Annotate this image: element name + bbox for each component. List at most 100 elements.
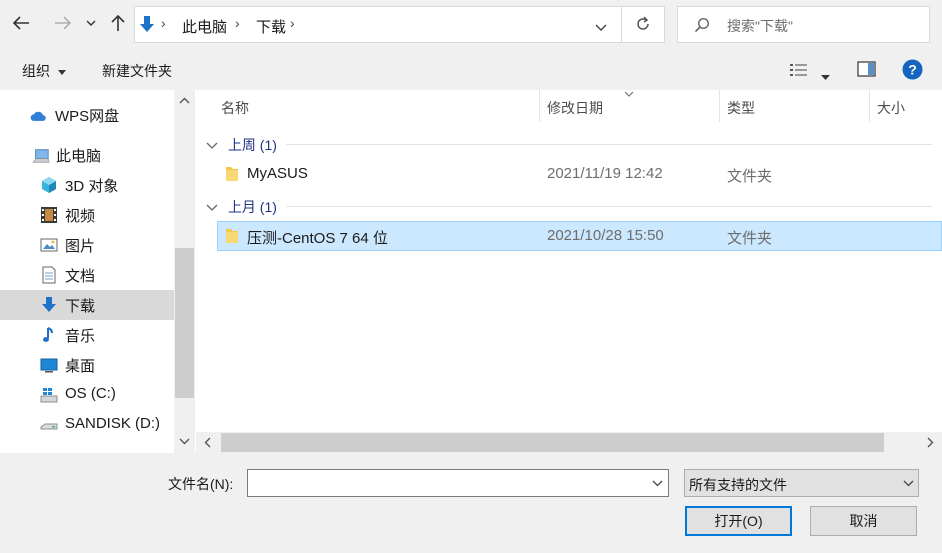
arrow-right-icon xyxy=(55,16,72,30)
address-divider xyxy=(621,7,622,42)
sidebar-item-label: 图片 xyxy=(65,238,96,255)
chevron-left-icon[interactable] xyxy=(204,437,211,448)
sidebar-item-desktop[interactable]: 桌面 xyxy=(0,350,174,380)
navigation-pane-scrollbar[interactable] xyxy=(174,90,195,453)
sidebar-item-videos[interactable]: 视频 xyxy=(0,200,174,230)
sidebar-item-downloads[interactable]: 下载 xyxy=(0,290,174,320)
column-divider[interactable] xyxy=(719,90,720,122)
sidebar-item-label: 3D 对象 xyxy=(65,178,119,195)
breadcrumb-separator[interactable]: › xyxy=(290,15,295,31)
sidebar-item-label: 下载 xyxy=(65,298,96,315)
chevron-down-icon[interactable] xyxy=(652,480,663,487)
computer-icon xyxy=(32,149,50,163)
filename-input[interactable] xyxy=(248,470,643,496)
filename-combobox[interactable] xyxy=(247,469,669,497)
chevron-down-icon xyxy=(86,20,96,26)
column-header-name[interactable]: 名称 xyxy=(221,98,249,118)
chevron-down-icon xyxy=(206,142,218,150)
folder-icon xyxy=(226,167,238,181)
breadcrumb-downloads[interactable]: 下载 xyxy=(256,16,286,37)
breadcrumb-this-pc[interactable]: 此电脑 xyxy=(182,16,227,37)
file-row-centos[interactable]: 压测-CentOS 7 64 位 2021/10/28 15:50 文件夹 xyxy=(217,221,942,251)
download-arrow-icon xyxy=(42,297,56,312)
sidebar-item-label: 视频 xyxy=(65,208,96,225)
scrollbar-thumb[interactable] xyxy=(175,248,194,398)
file-list: 名称 修改日期 类型 大小 上周 (1) MyASUS 2021/11/19 1… xyxy=(196,90,942,453)
group-header-last-month[interactable]: 上月 (1) xyxy=(206,197,277,217)
music-note-icon xyxy=(43,327,53,342)
filetype-value: 所有支持的文件 xyxy=(689,477,787,493)
arrow-left-icon xyxy=(12,16,29,30)
view-dropdown-button[interactable] xyxy=(821,67,830,83)
chevron-down-icon xyxy=(903,480,914,487)
sidebar-item-label: 音乐 xyxy=(65,328,96,345)
navigation-pane: WPS网盘 此电脑 3D 对象 视频 图片 文档 下载 音乐 桌面 OS (C:… xyxy=(0,90,196,453)
cancel-button[interactable]: 取消 xyxy=(810,506,917,536)
chevron-up-icon[interactable] xyxy=(179,97,190,104)
address-dropdown-button[interactable] xyxy=(595,19,607,35)
sidebar-item-label: 桌面 xyxy=(65,358,96,375)
sidebar-item-music[interactable]: 音乐 xyxy=(0,320,174,350)
preview-pane-button[interactable] xyxy=(857,61,876,80)
sidebar-item-pictures[interactable]: 图片 xyxy=(0,230,174,260)
command-toolbar: 组织 新建文件夹 ? xyxy=(0,50,942,90)
organize-label: 组织 xyxy=(22,63,50,79)
svg-text:?: ? xyxy=(908,62,917,78)
up-button[interactable] xyxy=(105,10,131,36)
column-header-modified[interactable]: 修改日期 xyxy=(547,98,603,118)
search-icon xyxy=(694,17,710,33)
address-bar[interactable]: › 此电脑 › 下载 › xyxy=(134,6,665,43)
folder-icon xyxy=(226,229,238,243)
view-options-button[interactable] xyxy=(789,62,809,81)
sidebar-item-wps-cloud[interactable]: WPS网盘 xyxy=(0,100,174,130)
group-header-last-week[interactable]: 上周 (1) xyxy=(206,135,277,155)
film-icon xyxy=(41,207,57,223)
sidebar-item-label: SANDISK (D:) xyxy=(65,415,161,432)
breadcrumb-separator[interactable]: › xyxy=(235,15,240,31)
help-button[interactable]: ? xyxy=(902,59,923,83)
chevron-down-icon xyxy=(206,204,218,212)
recent-locations-button[interactable] xyxy=(80,10,102,36)
organize-menu[interactable]: 组织 xyxy=(22,61,66,81)
open-button[interactable]: 打开(O) xyxy=(685,506,792,536)
sidebar-item-label: OS (C:) xyxy=(65,385,116,402)
file-name: MyASUS xyxy=(247,165,308,182)
sidebar-item-this-pc[interactable]: 此电脑 xyxy=(0,140,174,170)
chevron-down-icon[interactable] xyxy=(179,438,190,445)
back-button[interactable] xyxy=(8,10,34,36)
file-type: 文件夹 xyxy=(727,230,773,247)
usb-drive-icon xyxy=(40,423,58,430)
scrollbar-thumb[interactable] xyxy=(221,433,884,452)
download-arrow-icon xyxy=(140,16,154,32)
breadcrumb-separator[interactable]: › xyxy=(161,15,166,31)
sidebar-item-3d-objects[interactable]: 3D 对象 xyxy=(0,170,174,200)
chevron-down-icon xyxy=(595,24,607,31)
refresh-icon xyxy=(637,16,649,30)
preview-pane-icon xyxy=(857,61,876,77)
search-box[interactable]: 搜索"下载" xyxy=(677,6,930,43)
sidebar-item-os-c[interactable]: OS (C:) xyxy=(0,380,174,410)
file-name: 压测-CentOS 7 64 位 xyxy=(247,230,388,247)
group-divider xyxy=(286,206,932,207)
file-list-horizontal-scrollbar[interactable] xyxy=(196,432,942,453)
column-header-size[interactable]: 大小 xyxy=(877,98,905,118)
sidebar-item-sandisk-d[interactable]: SANDISK (D:) xyxy=(0,410,174,440)
file-row-myasus[interactable]: MyASUS 2021/11/19 12:42 文件夹 xyxy=(217,159,942,189)
column-divider[interactable] xyxy=(869,90,870,122)
caret-down-icon xyxy=(57,69,66,75)
filetype-select[interactable]: 所有支持的文件 xyxy=(684,469,919,497)
sidebar-item-label: 此电脑 xyxy=(56,148,102,165)
arrow-up-icon xyxy=(111,14,125,31)
file-modified: 2021/11/19 12:42 xyxy=(547,165,663,182)
filename-label: 文件名(N): xyxy=(168,476,234,492)
column-divider[interactable] xyxy=(539,90,540,122)
help-icon: ? xyxy=(902,59,923,80)
column-header-type[interactable]: 类型 xyxy=(727,98,755,118)
file-modified: 2021/10/28 15:50 xyxy=(547,227,664,244)
chevron-right-icon[interactable] xyxy=(927,437,934,448)
desktop-icon xyxy=(40,358,58,373)
sidebar-item-documents[interactable]: 文档 xyxy=(0,260,174,290)
refresh-button[interactable] xyxy=(635,16,651,35)
forward-button[interactable] xyxy=(50,10,76,36)
new-folder-button[interactable]: 新建文件夹 xyxy=(102,61,172,81)
